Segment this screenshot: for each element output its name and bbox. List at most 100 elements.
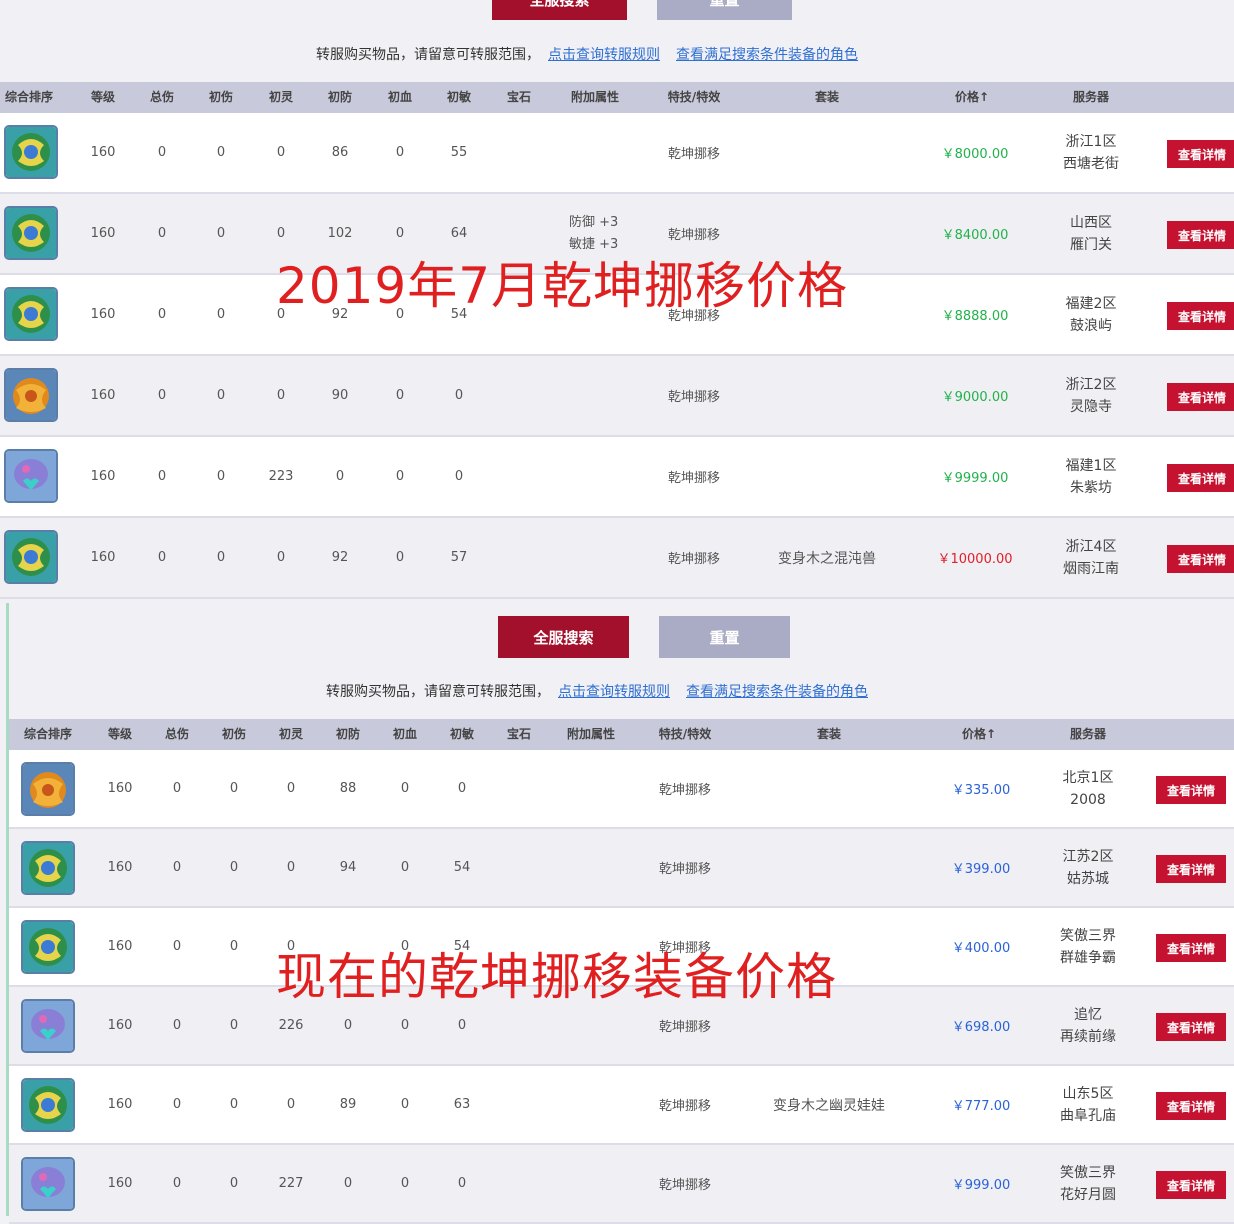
- view-details-button[interactable]: 查看详情: [1167, 545, 1234, 573]
- table-row[interactable]: 160 0 0 223 0 0 0 乾坤挪移 ￥9999.00 福建1区 朱紫坊 查看详情: [0, 437, 1234, 518]
- cell-init-def: 90: [331, 388, 349, 403]
- view-details-button[interactable]: 查看详情: [1167, 221, 1234, 249]
- server-name: 姑苏城: [1066, 870, 1109, 887]
- green-jade-icon[interactable]: [4, 530, 58, 584]
- server-name: 朱紫坊: [1069, 479, 1112, 496]
- matching-roles-link[interactable]: 查看满足搜索条件装备的角色: [676, 47, 858, 63]
- column-header[interactable]: 套装: [815, 82, 839, 113]
- green-jade-icon[interactable]: [4, 287, 58, 341]
- cell-init-dmg: 0: [229, 781, 239, 796]
- cell-skill: 乾坤挪移: [658, 783, 712, 798]
- view-details-button[interactable]: 查看详情: [1156, 1013, 1226, 1041]
- column-header[interactable]: 综合排序: [24, 719, 72, 750]
- view-details-button[interactable]: 查看详情: [1167, 302, 1234, 330]
- column-header[interactable]: 总伤: [150, 82, 174, 113]
- column-header[interactable]: 初伤: [209, 82, 233, 113]
- column-header[interactable]: 初灵: [279, 719, 303, 750]
- green-jade-icon[interactable]: [21, 841, 75, 895]
- search-all-button[interactable]: 全服搜索: [492, 0, 627, 20]
- table-row[interactable]: 160 0 0 0 94 0 54 乾坤挪移 ￥399.00 江苏2区 姑苏城 查看详情: [9, 829, 1234, 908]
- panel-current-listing: 全服搜索 重置 转服购买物品，请留意可转服范围， 点击查询转服规则 查看满足搜索条件…: [6, 603, 1234, 1224]
- column-header[interactable]: 价格↑: [962, 719, 996, 750]
- search-all-button[interactable]: 全服搜索: [498, 616, 629, 658]
- column-header[interactable]: 服务器: [1070, 719, 1106, 750]
- cell-init-dmg: 0: [229, 1176, 239, 1191]
- view-details-button[interactable]: 查看详情: [1156, 1171, 1226, 1199]
- view-details-button[interactable]: 查看详情: [1156, 1092, 1226, 1120]
- reset-button[interactable]: 重置: [659, 616, 790, 658]
- green-jade-icon[interactable]: [21, 1078, 75, 1132]
- cell-price: ￥9999.00: [941, 471, 1009, 486]
- column-header[interactable]: 初伤: [222, 719, 246, 750]
- column-header[interactable]: 综合排序: [5, 82, 53, 113]
- cell-init-dmg: 0: [216, 469, 226, 484]
- column-header[interactable]: 初灵: [269, 82, 293, 113]
- server-region: 福建1区: [1065, 457, 1117, 474]
- transfer-rules-link[interactable]: 点击查询转服规则: [558, 684, 670, 700]
- attribute-line: 防御 +3: [569, 214, 619, 230]
- column-header[interactable]: 特技/特效: [668, 82, 720, 113]
- column-header[interactable]: 套装: [817, 719, 841, 750]
- column-header[interactable]: 初敏: [447, 82, 471, 113]
- green-jade-icon[interactable]: [21, 920, 75, 974]
- cell-init-agi: 0: [457, 1176, 467, 1191]
- table-row[interactable]: 160 0 0 0 90 0 0 乾坤挪移 ￥9000.00 浙江2区 灵隐寺 查看详情: [0, 356, 1234, 437]
- table-row[interactable]: 160 0 0 0 86 0 55 乾坤挪移 ￥8000.00 浙江1区 西塘老街 查看详情: [0, 113, 1234, 194]
- cell-price: ￥400.00: [951, 941, 1011, 956]
- column-header[interactable]: 宝石: [507, 82, 531, 113]
- cell-init-agi: 57: [450, 550, 468, 565]
- column-header[interactable]: 服务器: [1073, 82, 1109, 113]
- column-header[interactable]: 初敏: [450, 719, 474, 750]
- blue-heart-icon[interactable]: [4, 449, 58, 503]
- view-details-button[interactable]: 查看详情: [1156, 776, 1226, 804]
- column-header[interactable]: 初防: [336, 719, 360, 750]
- column-header[interactable]: 等级: [108, 719, 132, 750]
- column-header[interactable]: 附加属性: [571, 82, 619, 113]
- cell-server: 北京1区 2008: [1063, 750, 1114, 827]
- cell-init-agi: 0: [454, 469, 464, 484]
- server-region: 江苏2区: [1062, 848, 1114, 865]
- transfer-notice: 转服购买物品，请留意可转服范围， 点击查询转服规则 查看满足搜索条件装备的角色: [326, 681, 868, 701]
- column-header[interactable]: 宝石: [507, 719, 531, 750]
- table-row[interactable]: 160 0 0 0 89 0 63 乾坤挪移 变身木之幽灵娃娃 ￥777.00 山东5区 曲阜孔庙 查看…: [9, 1066, 1234, 1145]
- notice-text: 转服购买物品，请留意可转服范围，: [316, 47, 540, 63]
- view-details-button[interactable]: 查看详情: [1167, 140, 1234, 168]
- transfer-rules-link[interactable]: 点击查询转服规则: [548, 47, 660, 63]
- server-region: 浙江1区: [1065, 133, 1117, 150]
- table-row[interactable]: 160 0 0 0 92 0 57 乾坤挪移 变身木之混沌兽 ￥10000.00 浙江4区 烟雨江南 查…: [0, 518, 1234, 599]
- orange-gem-icon[interactable]: [21, 762, 75, 816]
- view-details-button[interactable]: 查看详情: [1167, 464, 1234, 492]
- orange-gem-icon[interactable]: [4, 368, 58, 422]
- column-header[interactable]: 附加属性: [567, 719, 615, 750]
- cell-init-dmg: 0: [229, 1097, 239, 1112]
- matching-roles-link[interactable]: 查看满足搜索条件装备的角色: [686, 684, 868, 700]
- view-details-button[interactable]: 查看详情: [1156, 855, 1226, 883]
- table-row[interactable]: 160 0 0 0 88 0 0 乾坤挪移 ￥335.00 北京1区 2008 查看详情: [9, 750, 1234, 829]
- cell-server: 浙江4区 烟雨江南: [1063, 518, 1119, 597]
- column-header[interactable]: 等级: [91, 82, 115, 113]
- cell-init-agi: 54: [453, 860, 471, 875]
- view-details-button[interactable]: 查看详情: [1156, 934, 1226, 962]
- overlay-caption-current: 现在的乾坤挪移装备价格: [276, 948, 837, 1006]
- cell-skill: 乾坤挪移: [658, 862, 712, 877]
- cell-server: 福建1区朱紫坊: [1066, 437, 1117, 516]
- column-header[interactable]: 初血: [393, 719, 417, 750]
- blue-heart-icon[interactable]: [21, 1157, 75, 1211]
- cell-server: 山西区 雁门关: [1070, 194, 1112, 273]
- column-header[interactable]: 特技/特效: [659, 719, 711, 750]
- view-details-button[interactable]: 查看详情: [1167, 383, 1234, 411]
- green-jade-icon[interactable]: [4, 125, 58, 179]
- column-header[interactable]: 总伤: [165, 719, 189, 750]
- table-row[interactable]: 160 0 0 227 0 0 0 乾坤挪移 ￥999.00 笑傲三界 花好月圆 查看详情: [9, 1145, 1234, 1224]
- green-jade-icon[interactable]: [4, 206, 58, 260]
- column-header[interactable]: 初血: [388, 82, 412, 113]
- column-header[interactable]: 初防: [328, 82, 352, 113]
- cell-level: 160: [107, 781, 133, 796]
- server-name: 群雄争霸: [1060, 949, 1116, 966]
- blue-heart-icon[interactable]: [21, 999, 75, 1053]
- column-header[interactable]: 价格↑: [955, 82, 989, 113]
- reset-button[interactable]: 重置: [657, 0, 792, 20]
- server-region: 浙江4区: [1065, 538, 1117, 555]
- cell-init-dmg: 0: [229, 1018, 239, 1033]
- server-name: 鼓浪屿: [1069, 317, 1112, 334]
